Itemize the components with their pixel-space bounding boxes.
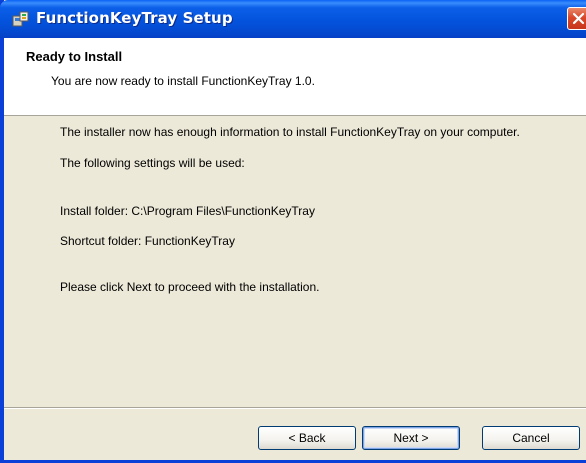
close-icon [572,12,585,25]
back-button[interactable]: < Back [258,426,356,450]
info-text: The installer now has enough information… [60,125,520,139]
shortcut-folder-text: Shortcut folder: FunctionKeyTray [60,234,235,248]
setup-window: FunctionKeyTray Setup Ready to Install Y… [0,0,586,463]
proceed-text: Please click Next to proceed with the in… [60,280,320,294]
installer-icon [12,10,30,28]
wizard-header: Ready to Install You are now ready to in… [4,38,586,116]
footer-divider [4,407,586,409]
cancel-button[interactable]: Cancel [482,426,580,450]
title-bar[interactable]: FunctionKeyTray Setup [0,0,586,38]
install-folder-text: Install folder: C:\Program Files\Functio… [60,204,315,218]
cancel-button-label: Cancel [512,431,550,445]
next-button-label: Next > [393,431,429,445]
settings-intro-text: The following settings will be used: [60,156,245,170]
next-button[interactable]: Next > [362,426,460,450]
back-button-label: < Back [288,431,326,445]
page-title: Ready to Install [26,49,123,64]
window-title: FunctionKeyTray Setup [36,9,233,27]
close-button[interactable] [567,7,586,30]
page-subtitle: You are now ready to install FunctionKey… [51,74,315,88]
